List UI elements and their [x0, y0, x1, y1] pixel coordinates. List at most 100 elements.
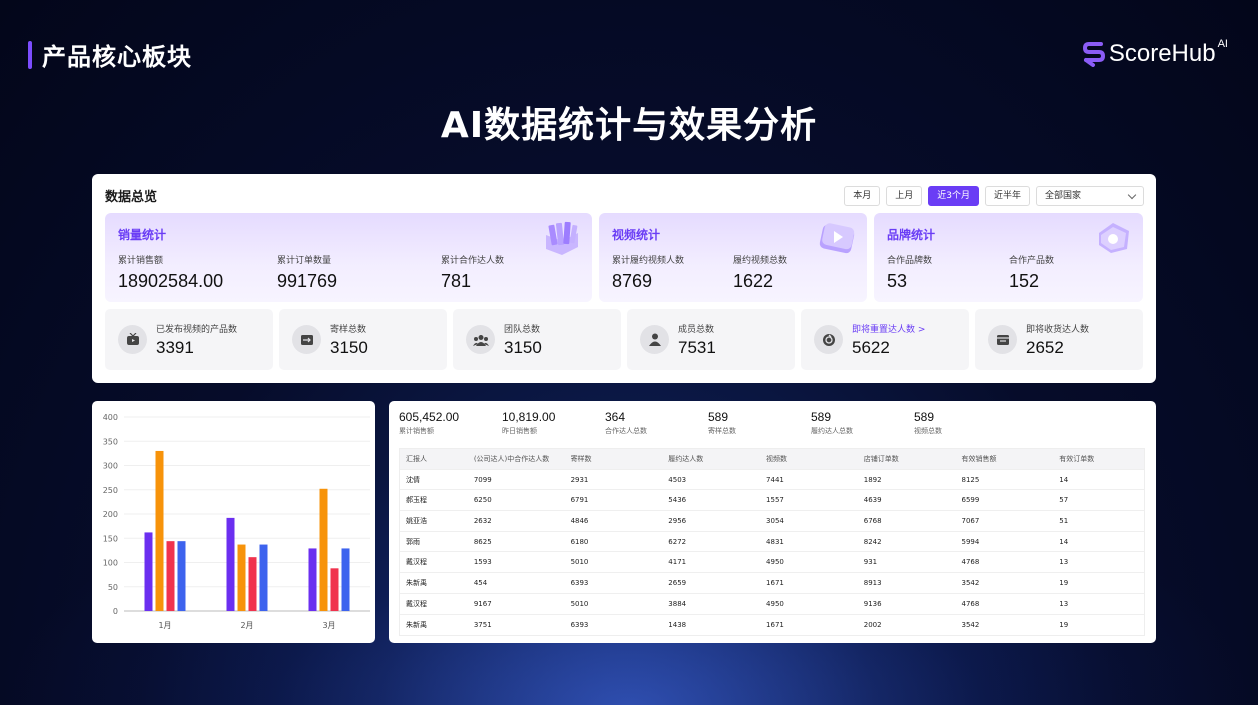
table-cell: 19	[1059, 578, 1069, 587]
bar	[341, 548, 350, 611]
video-total-stat: 履约视频总数 1622	[733, 253, 787, 292]
table-cell: 3751	[473, 620, 492, 629]
table-row: 姚亚浩 2632 4846 2956 3054 6768 7067 51	[400, 511, 1144, 532]
table-cell: 8625	[473, 537, 492, 546]
kpi-value: 10,819.00	[502, 410, 556, 424]
kpi-fulfilled-creators: 589 履约达人总数	[811, 410, 853, 436]
reset-creators-link[interactable]: 即将重置达人数 >	[852, 322, 925, 335]
table-header-cell: 有效销售额	[961, 454, 997, 463]
table-cell: 2632	[473, 516, 492, 525]
y-tick-label: 300	[103, 462, 118, 471]
table-header-cell: 履约达人数	[668, 454, 704, 463]
books-icon	[546, 221, 578, 255]
table-cell: 4503	[668, 475, 687, 484]
table-cell: 3054	[766, 516, 784, 525]
reset-icon	[814, 325, 843, 354]
team-icon	[466, 325, 495, 354]
table-cell: 3542	[961, 620, 980, 629]
table-cell: 19	[1059, 620, 1069, 629]
bar	[308, 548, 317, 611]
table-cell: 7099	[473, 475, 492, 484]
table-cell: 1671	[766, 578, 784, 587]
table-cell: 郝玉程	[406, 496, 427, 505]
table-cell: 13	[1059, 558, 1069, 567]
members-total-card: 成员总数 7531	[627, 309, 795, 370]
x-tick-label: 2月	[240, 621, 253, 630]
total-sales-label: 累计销售额	[118, 256, 164, 266]
bar	[226, 517, 235, 611]
product-count-stat: 合作产品数 152	[1009, 253, 1054, 292]
table-header-cell: 视频数	[766, 454, 788, 463]
y-tick-label: 0	[113, 607, 118, 616]
teams-total-value: 3150	[504, 338, 542, 357]
members-total-value: 7531	[678, 338, 716, 357]
teams-total-label: 团队总数	[504, 325, 541, 335]
table-cell: 6599	[961, 496, 980, 505]
tag-icon	[1099, 223, 1129, 253]
table-cell: 6180	[570, 537, 589, 546]
receive-box-icon	[988, 325, 1017, 354]
brand-stats-card: 品牌统计 合作品牌数 53 合作产品数 152	[874, 213, 1143, 302]
table-cell: 14	[1059, 537, 1069, 546]
table-cell: 戴汉程	[406, 599, 427, 608]
table-cell: 13	[1059, 599, 1069, 608]
reset-creators-value: 5622	[852, 338, 890, 357]
video-creators-label: 累计履约视频人数	[612, 256, 685, 266]
table-row: 沈倩 7099 2931 4503 7441 1892 8125 14	[400, 470, 1144, 491]
y-tick-label: 250	[103, 486, 118, 495]
kpi-label: 履约达人总数	[811, 427, 853, 435]
total-creators-stat: 累计合作达人数 781	[441, 253, 504, 292]
table-cell: 4768	[961, 599, 980, 608]
y-tick-label: 350	[103, 437, 118, 446]
bar	[144, 532, 153, 611]
heading-accent-bar	[28, 40, 32, 69]
table-row: 郭雨 8625 6180 6272 4831 8242 5994 14	[400, 532, 1144, 553]
kpi-value: 589	[708, 410, 729, 424]
country-select[interactable]: 全部国家	[1036, 186, 1144, 206]
filter-last-3-months-button[interactable]: 近3个月	[928, 186, 979, 206]
kpi-value: 589	[811, 410, 832, 424]
table-cell: 5010	[570, 599, 589, 608]
brand-stats-title: 品牌统计	[887, 228, 936, 242]
table-row: 朱新禹 454 6393 2659 1671 8913 3542 19	[400, 573, 1144, 594]
video-play-icon	[819, 223, 855, 254]
table-cell: 4950	[766, 599, 784, 608]
tv-icon	[118, 325, 147, 354]
filter-this-month-button[interactable]: 本月	[844, 186, 881, 206]
samples-total-label: 寄样总数	[330, 325, 367, 335]
filter-last-half-year-button[interactable]: 近半年	[984, 186, 1030, 206]
table-cell: 郭雨	[406, 537, 420, 546]
kpi-value: 589	[914, 410, 935, 424]
y-tick-label: 400	[103, 413, 118, 422]
bar	[155, 450, 164, 611]
x-tick-label: 3月	[322, 621, 335, 630]
table-cell: 4831	[766, 537, 784, 546]
overview-title: 数据总览	[105, 190, 158, 205]
table-row: 戴汉程 1593 5010 4171 4950 931 4768 13	[400, 552, 1144, 574]
members-total-label: 成员总数	[678, 325, 715, 335]
reset-creators-card[interactable]: 即将重置达人数 > 5622	[801, 309, 969, 370]
kpi-samples-total: 589 寄样总数	[708, 410, 736, 436]
table-cell: 6250	[473, 496, 492, 505]
time-filter-group: 本月 上月 近3个月 近半年 全部国家	[844, 186, 1144, 206]
table-cell: 57	[1059, 496, 1069, 505]
kpi-value: 605,452.00	[399, 410, 460, 424]
video-total-value: 1622	[733, 271, 774, 291]
filter-last-month-button[interactable]: 上月	[886, 186, 923, 206]
page-title: AI数据统计与效果分析	[440, 105, 818, 146]
kpi-label: 昨日销售额	[502, 427, 537, 435]
table-cell: 8913	[863, 578, 882, 587]
table-cell: 8125	[961, 475, 980, 484]
total-sales-value: 18902584.00	[118, 271, 224, 291]
kpi-value: 364	[605, 410, 626, 424]
table-cell: 9136	[863, 599, 882, 608]
table-cell: 2956	[668, 516, 687, 525]
kpi-total-sales: 605,452.00 累计销售额	[399, 410, 459, 436]
published-products-value: 3391	[156, 338, 194, 357]
kpi-label: 寄样总数	[708, 427, 736, 435]
table-cell: 5010	[570, 558, 589, 567]
table-cell: 4171	[668, 558, 687, 567]
brand-count-label: 合作品牌数	[887, 256, 933, 266]
bar	[248, 557, 257, 611]
bar	[319, 488, 328, 611]
